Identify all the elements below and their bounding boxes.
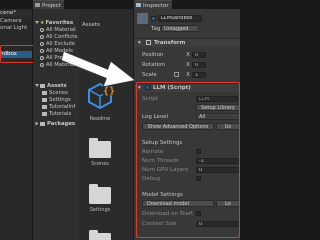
axis-label: X bbox=[186, 52, 190, 58]
expand-triangle-icon bbox=[35, 20, 39, 24]
llm-component-highlight-box bbox=[136, 82, 240, 238]
inspector-tabbar: Inspector bbox=[134, 0, 240, 9]
folder-icon bbox=[40, 83, 45, 88]
scale-label: Scale bbox=[142, 72, 157, 78]
folder-icon[interactable] bbox=[89, 184, 111, 204]
hierarchy-item-label: onal Light bbox=[0, 25, 28, 31]
assets-folder-item[interactable]: Settings bbox=[42, 97, 71, 104]
search-icon bbox=[40, 55, 44, 60]
assets-folder-item[interactable]: TutorialInf bbox=[42, 104, 75, 111]
hierarchy-item-camera[interactable]: Camera bbox=[0, 18, 32, 25]
tab-project[interactable]: Project bbox=[33, 0, 64, 9]
folder-icon[interactable] bbox=[89, 138, 111, 158]
assets-folder-item[interactable]: Scenes bbox=[42, 90, 68, 97]
search-icon bbox=[40, 48, 44, 53]
folder-icon bbox=[42, 104, 47, 109]
object-name-field[interactable]: LLMSandbox bbox=[158, 15, 202, 22]
search-icon bbox=[40, 27, 44, 32]
folder-icon bbox=[40, 121, 45, 126]
callout-arrow-icon bbox=[62, 51, 135, 87]
gameobject-icon bbox=[137, 13, 148, 24]
hierarchy-panel: cene* Camera onal Light ndbox bbox=[0, 0, 32, 240]
favorites-item[interactable]: All Material bbox=[40, 27, 76, 34]
grid-item-label: Settings bbox=[89, 207, 111, 213]
scale-x-field[interactable]: 1 bbox=[192, 72, 206, 78]
scene-name: cene* bbox=[0, 10, 17, 16]
hierarchy-item-label: Camera bbox=[0, 18, 22, 24]
tab-inspector[interactable]: Inspector bbox=[134, 0, 172, 9]
folder-icon bbox=[35, 3, 40, 7]
folder-icon bbox=[42, 90, 47, 95]
axis-label: X bbox=[186, 62, 190, 68]
grid-breadcrumb: Assets bbox=[82, 22, 100, 28]
transform-title: Transform bbox=[154, 40, 186, 46]
expand-triangle-icon bbox=[35, 83, 39, 87]
transform-icon bbox=[146, 40, 151, 45]
hierarchy-item-light[interactable]: onal Light bbox=[0, 25, 32, 32]
project-panel: Project ★Favorites All Material All Conf… bbox=[33, 0, 133, 240]
assets-folder-item[interactable]: Tutorials bbox=[42, 111, 71, 118]
folder-icon bbox=[42, 111, 47, 116]
position-x-field[interactable]: 0 bbox=[192, 52, 206, 58]
rotation-x-field[interactable]: 0 bbox=[192, 62, 206, 68]
hierarchy-tabbar bbox=[0, 0, 32, 9]
grid-item-label: Scenes bbox=[91, 161, 109, 167]
favorites-header[interactable]: ★Favorites bbox=[35, 20, 73, 27]
favorites-item[interactable]: All Conflicte bbox=[40, 34, 78, 41]
project-tabbar: Project bbox=[33, 0, 133, 9]
active-checkbox[interactable] bbox=[151, 16, 156, 21]
folder-icon bbox=[42, 97, 47, 102]
link-icon[interactable] bbox=[174, 72, 179, 77]
grid-item-label: Readme bbox=[89, 116, 111, 122]
folder-icon[interactable] bbox=[89, 230, 111, 240]
position-label: Position bbox=[142, 52, 164, 58]
scene-row[interactable]: cene* bbox=[0, 10, 32, 17]
tag-label: Tag bbox=[151, 26, 161, 32]
search-icon bbox=[40, 62, 44, 67]
star-icon: ★ bbox=[40, 20, 45, 26]
axis-label: X bbox=[186, 72, 190, 78]
search-icon bbox=[40, 34, 44, 39]
tag-dropdown[interactable]: Untagged bbox=[161, 25, 199, 32]
info-icon bbox=[136, 3, 141, 7]
expand-triangle-icon: ▾ bbox=[138, 40, 141, 46]
collapse-triangle-icon bbox=[35, 121, 39, 125]
search-icon bbox=[40, 41, 44, 46]
rotation-label: Rotation bbox=[142, 62, 166, 68]
packages-header[interactable]: Packages bbox=[35, 121, 75, 128]
